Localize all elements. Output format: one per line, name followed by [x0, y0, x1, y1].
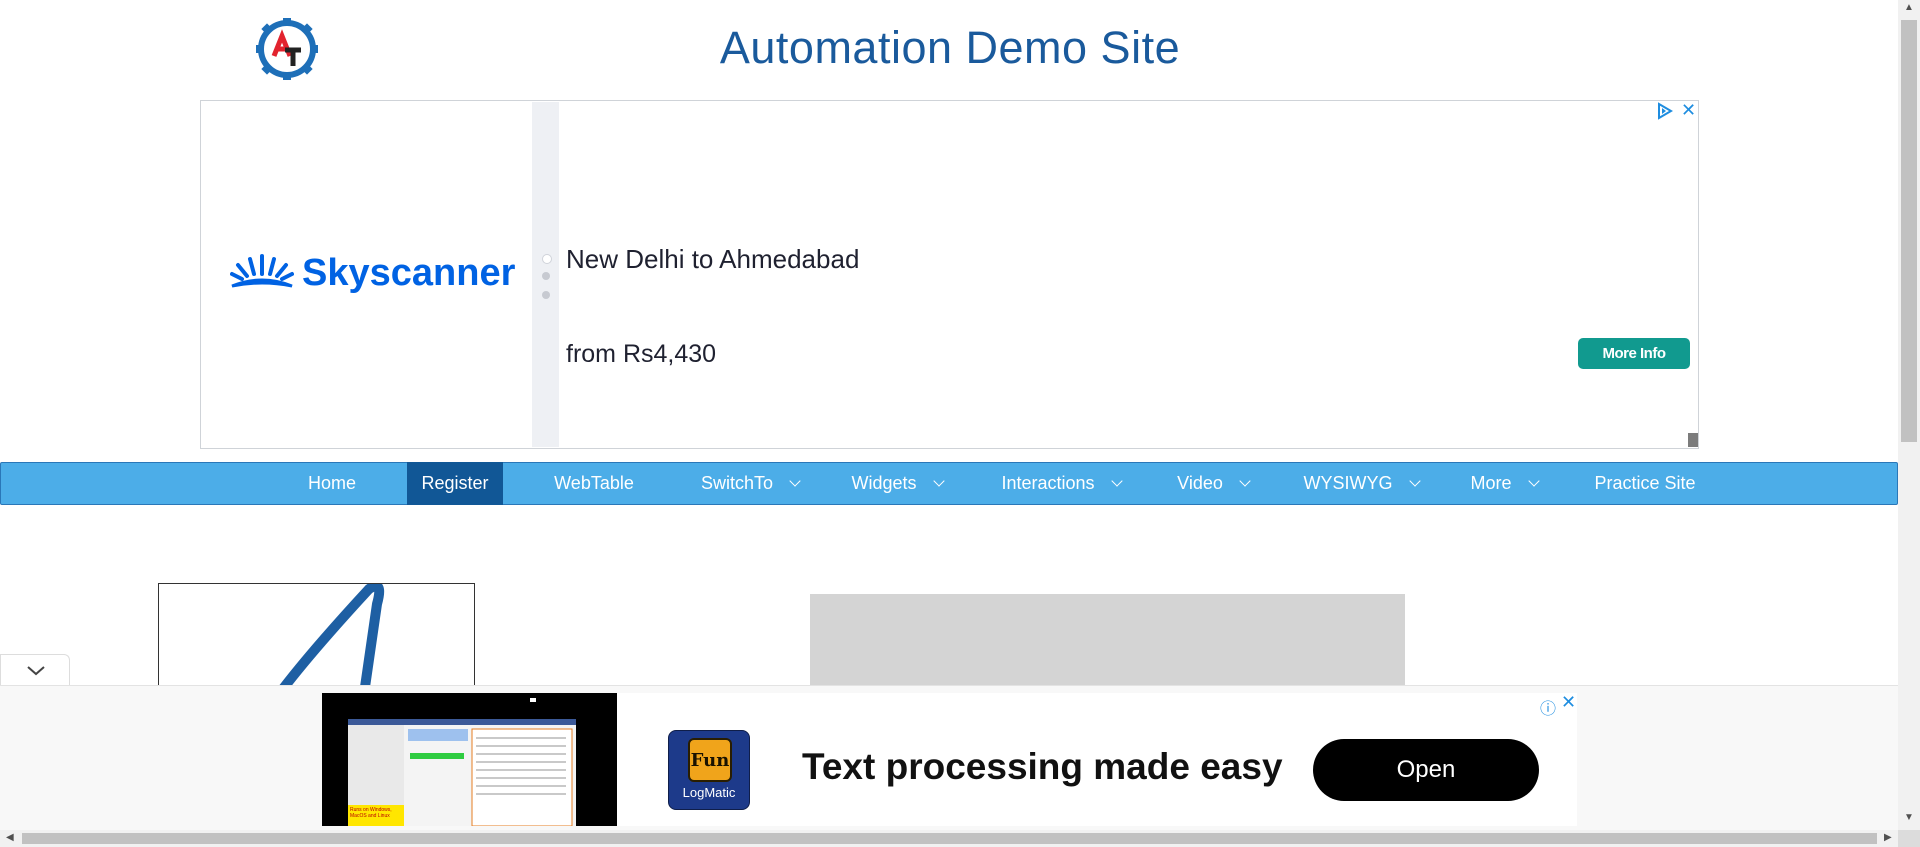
chevron-down-icon: [789, 475, 801, 487]
chevron-down-icon: [27, 666, 45, 676]
collapse-ad-tab[interactable]: [0, 654, 70, 685]
nav-switchto[interactable]: SwitchTo: [690, 462, 810, 505]
nav-label: Widgets: [851, 473, 917, 493]
site-title: Automation Demo Site: [719, 22, 1181, 73]
adchoices-icon[interactable]: [1656, 102, 1674, 125]
more-info-button[interactable]: More Info: [1578, 338, 1690, 369]
vertical-scroll-thumb[interactable]: [1901, 20, 1917, 442]
ad-headline[interactable]: New Delhi to Ahmedabad: [566, 244, 859, 275]
close-icon[interactable]: ✕: [1681, 100, 1696, 121]
nav-label: Practice Site: [1594, 473, 1696, 493]
open-button[interactable]: Open: [1313, 739, 1539, 801]
ad-carousel-strip: [532, 102, 559, 447]
carousel-dot[interactable]: [542, 272, 550, 280]
scrollbar-corner: [1898, 830, 1920, 847]
nav-more[interactable]: More: [1462, 462, 1546, 505]
nav-video[interactable]: Video: [1168, 462, 1258, 505]
nav-label: Interactions: [1001, 473, 1095, 493]
thumb-caption: Runs on Windows, MacOS and Linux: [350, 807, 392, 819]
carousel-dot[interactable]: [542, 291, 550, 299]
nav-practice-site[interactable]: Practice Site: [1585, 462, 1705, 505]
nav-label: Register: [421, 473, 489, 493]
content-placeholder-panel: [810, 594, 1405, 694]
nav-label: Video: [1177, 473, 1223, 493]
nav-widgets[interactable]: Widgets: [842, 462, 952, 505]
nav-wysiwyg[interactable]: WYSIWYG: [1296, 462, 1426, 505]
info-icon[interactable]: ⓘ: [1540, 695, 1556, 719]
chevron-down-icon: [1527, 475, 1540, 487]
nav-label: WYSIWYG: [1303, 473, 1393, 493]
nav-label: WebTable: [554, 473, 634, 493]
scroll-left-icon[interactable]: ◀: [6, 832, 14, 843]
ad-price[interactable]: from Rs4,430: [566, 340, 716, 369]
skyscanner-brand: Skyscanner: [302, 252, 516, 294]
nav-interactions[interactable]: Interactions: [992, 462, 1130, 505]
nav-label: SwitchTo: [700, 473, 774, 493]
bottom-ad-headline[interactable]: Text processing made easy: [802, 746, 1283, 788]
content-image: [158, 583, 475, 693]
nav-home[interactable]: Home: [284, 462, 380, 505]
chevron-down-icon: [1110, 475, 1123, 487]
chevron-down-icon: [1408, 475, 1421, 487]
scroll-down-icon[interactable]: ▼: [1904, 812, 1914, 823]
chevron-down-icon: [932, 475, 945, 487]
nav-webtable[interactable]: WebTable: [540, 462, 648, 505]
scroll-right-icon[interactable]: ▶: [1884, 832, 1892, 843]
ad-screenshot-thumbnail[interactable]: Runs on Windows, MacOS and Linux: [322, 693, 617, 826]
horizontal-scroll-thumb[interactable]: [22, 833, 1877, 844]
close-icon[interactable]: ✕: [1561, 692, 1576, 713]
skyscanner-logo-icon: [230, 252, 294, 297]
ad-corner-marker: [1688, 433, 1698, 447]
scroll-up-icon[interactable]: ▲: [1904, 2, 1914, 13]
nav-label: Home: [307, 473, 356, 493]
chevron-down-icon: [1239, 475, 1251, 487]
nav-register[interactable]: Register: [407, 462, 503, 505]
app-icon-badge: Fun: [688, 738, 732, 782]
carousel-dot[interactable]: [542, 254, 552, 264]
app-name: LogMatic: [682, 785, 736, 800]
nav-label: More: [1470, 473, 1512, 493]
